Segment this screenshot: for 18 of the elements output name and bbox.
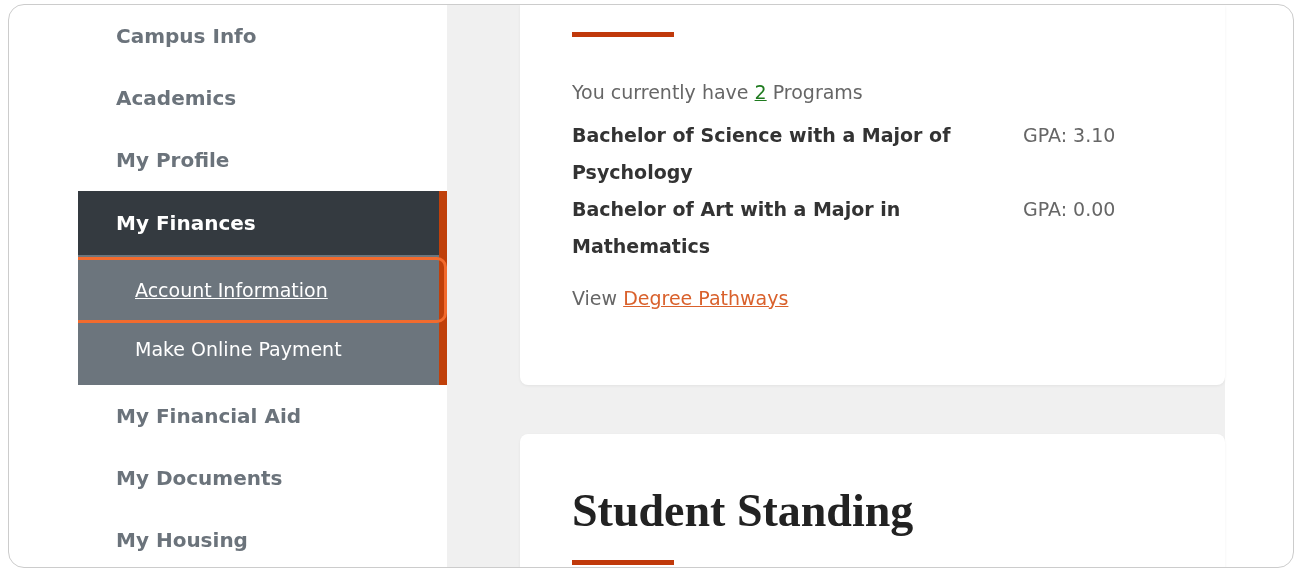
degree-pathways-link[interactable]: Degree Pathways [623,287,789,309]
program-gpa: GPA: 3.10 [1023,123,1117,148]
sidebar-item[interactable]: My Housing [78,509,447,567]
degree-pathways-text: View Degree Pathways [572,287,790,309]
program-name: Bachelor of Art with a Major in Mathematics [572,197,902,259]
program-count-link[interactable]: 2 [754,81,767,103]
sidebar-item[interactable]: My Profile [78,129,447,191]
program-gpa: GPA: 0.00 [1023,197,1117,222]
card-title: Student Standing [572,484,915,538]
sidebar-subitem[interactable]: Make Online Payment [78,325,439,373]
programs-summary: You currently have 2 Programs [572,81,864,103]
sidebar-subitem[interactable]: Account Information [78,257,447,323]
sidebar-item[interactable]: My Financial Aid [78,385,447,447]
sidebar-item[interactable]: My Documents [78,447,447,509]
sidebar-item[interactable]: My Finances [78,191,439,255]
sidebar-item[interactable]: Academics [78,67,447,129]
sidebar-item[interactable]: Campus Info [78,5,447,67]
program-name: Bachelor of Science with a Major of Psychology [572,123,952,185]
